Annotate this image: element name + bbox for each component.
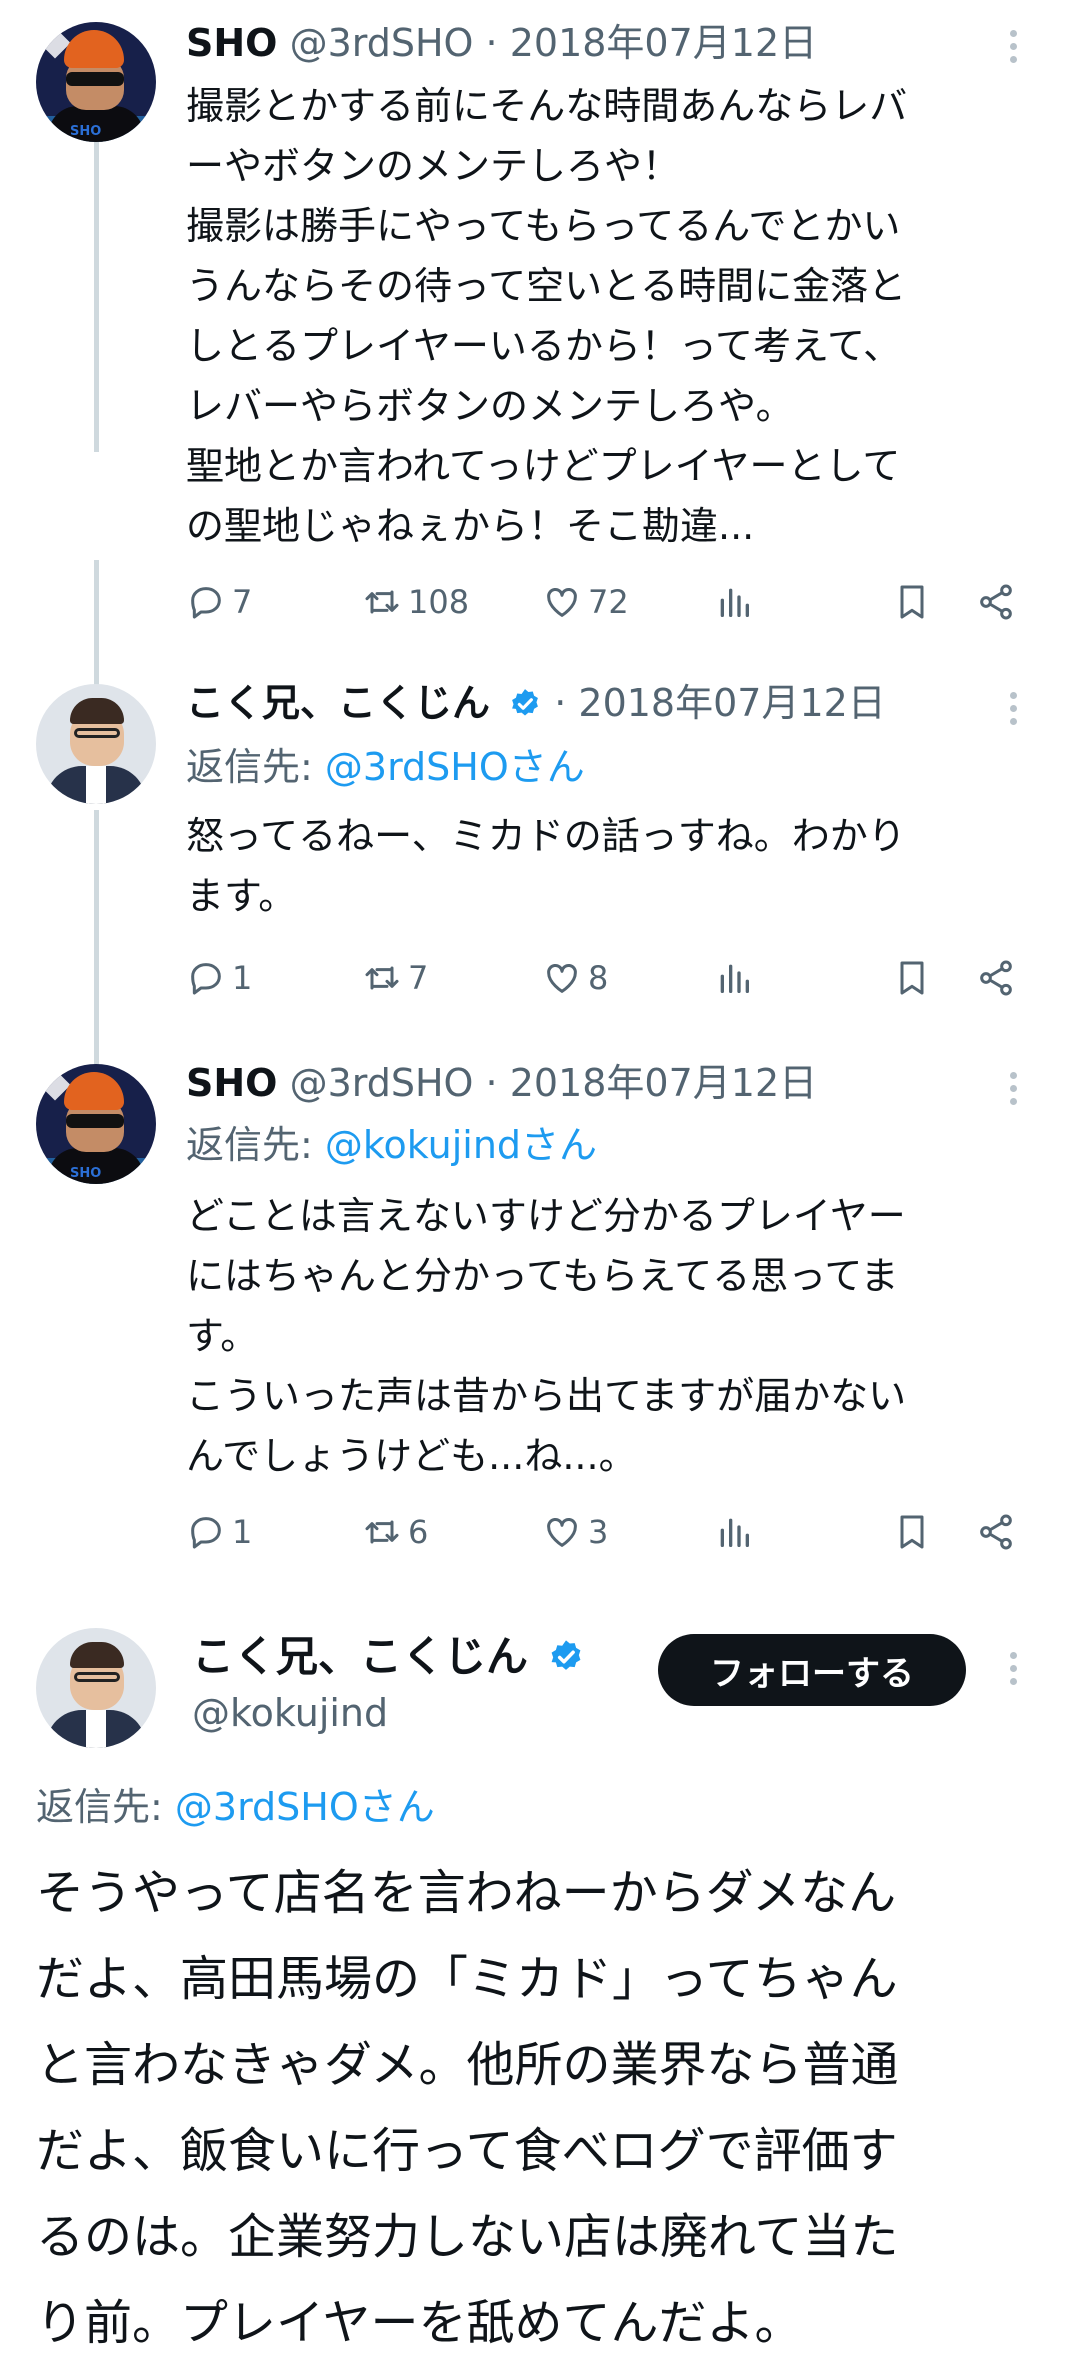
reply-icon — [191, 1517, 221, 1549]
share-button[interactable] — [976, 580, 1022, 624]
retweet-icon — [365, 590, 399, 614]
reply-button[interactable]: 1 — [186, 956, 252, 1000]
main-author-handle[interactable]: @kokujind — [192, 1690, 388, 1736]
follow-button[interactable]: フォローする — [658, 1634, 966, 1706]
reply-icon — [191, 963, 221, 995]
tweet-header: SHO @3rdSHO · 2018年07月12日 — [186, 1060, 817, 1106]
main-tweet-text: そうやって店名を言わねーからダメなん だよ、高田馬場の「ミカド」ってちゃん と言… — [36, 1865, 899, 2351]
reply-to: 返信先: @3rdSHOさん — [186, 744, 585, 790]
retweet-button[interactable]: 108 — [362, 580, 469, 624]
reply-count: 1 — [232, 959, 253, 997]
like-count: 8 — [588, 959, 609, 997]
main-author: こく兄、こくじん — [192, 1632, 585, 1682]
views-icon — [720, 964, 749, 993]
main-avatar[interactable] — [36, 1628, 156, 1748]
tweet-text: 怒ってるねー、ミカドの話っすね。わかり ます。 — [186, 814, 906, 918]
separator: · — [554, 681, 567, 725]
retweet-count: 6 — [408, 1513, 429, 1551]
main-reply-to: 返信先: @3rdSHOさん — [36, 1784, 435, 1830]
tweet-header: SHO @3rdSHO · 2018年07月12日 — [186, 20, 817, 66]
views-button[interactable] — [714, 956, 760, 1000]
like-count: 72 — [588, 583, 629, 621]
bookmark-button[interactable] — [892, 956, 938, 1000]
timestamp[interactable]: 2018年07月12日 — [510, 1061, 817, 1105]
tweet-header: こく兄、こくじん · 2018年07月12日 — [186, 680, 886, 726]
verified-icon — [551, 1640, 581, 1670]
views-button[interactable] — [714, 580, 760, 624]
reply-to-link[interactable]: @kokujindさん — [325, 1123, 597, 1167]
author-name[interactable]: こく兄、こくじん — [186, 681, 490, 725]
action-bar: 1 7 8 — [186, 956, 1046, 1000]
reply-button[interactable]: 1 — [186, 1510, 252, 1554]
reply-to: 返信先: @kokujindさん — [186, 1122, 597, 1168]
more-icon[interactable] — [1006, 30, 1020, 69]
more-icon[interactable] — [1006, 1072, 1020, 1111]
share-icon — [980, 1514, 1012, 1550]
more-icon[interactable] — [1006, 1652, 1020, 1691]
separator: · — [485, 21, 498, 65]
bookmark-button[interactable] — [892, 1510, 938, 1554]
reply-to-label: 返信先: — [36, 1785, 175, 1829]
retweet-count: 108 — [408, 583, 470, 621]
reply-button[interactable]: 7 — [186, 580, 252, 624]
like-button[interactable]: 3 — [542, 1510, 608, 1554]
share-button[interactable] — [976, 956, 1022, 1000]
bookmark-button[interactable] — [892, 580, 938, 624]
reply-count: 7 — [232, 583, 253, 621]
timestamp[interactable]: 2018年07月12日 — [510, 21, 817, 65]
avatar[interactable] — [36, 684, 156, 804]
reply-to-label: 返信先: — [186, 1123, 325, 1167]
avatar-label: SHO — [70, 124, 102, 139]
like-count: 3 — [588, 1513, 609, 1551]
like-button[interactable]: 8 — [542, 956, 608, 1000]
retweet-icon — [365, 1520, 399, 1544]
reply-to-link[interactable]: @3rdSHOさん — [325, 745, 585, 789]
views-button[interactable] — [714, 1510, 760, 1554]
timestamp[interactable]: 2018年07月12日 — [578, 681, 885, 725]
bookmark-icon — [900, 961, 924, 995]
reply-icon — [191, 587, 221, 619]
tweet[interactable]: SHO SHO @3rdSHO · 2018年07月12日 撮影とかする前にそん… — [0, 0, 1080, 660]
action-bar: 1 6 3 — [186, 1510, 1046, 1554]
retweet-icon — [365, 966, 399, 990]
action-bar: 7 108 72 — [186, 580, 1046, 624]
share-icon — [980, 960, 1012, 996]
like-icon — [547, 964, 577, 993]
retweet-count: 7 — [408, 959, 429, 997]
retweet-button[interactable]: 6 — [362, 1510, 428, 1554]
views-icon — [720, 588, 749, 617]
reply-count: 1 — [232, 1513, 253, 1551]
author-handle[interactable]: @3rdSHO — [290, 21, 474, 65]
main-author-name[interactable]: こく兄、こくじん — [192, 1632, 528, 1681]
verified-icon — [512, 689, 539, 716]
like-button[interactable]: 72 — [542, 580, 629, 624]
reply-to-label: 返信先: — [186, 745, 325, 789]
separator: · — [485, 1061, 498, 1105]
author-name[interactable]: SHO — [186, 21, 277, 65]
share-button[interactable] — [976, 1510, 1022, 1554]
retweet-button[interactable]: 7 — [362, 956, 428, 1000]
like-icon — [547, 1518, 577, 1547]
tweet[interactable]: こく兄、こくじん · 2018年07月12日 返信先: @3rdSHOさん 怒っ… — [0, 660, 1080, 1060]
share-icon — [980, 584, 1012, 620]
tweet-text: 撮影とかする前にそんな時間あんならレバ ーやボタンのメンテしろや！ 撮影は勝手に… — [186, 84, 908, 548]
tweet[interactable]: SHO SHO @3rdSHO · 2018年07月12日 返信先: @koku… — [0, 1060, 1080, 1620]
more-icon[interactable] — [1006, 692, 1020, 731]
author-name[interactable]: SHO — [186, 1061, 277, 1105]
views-icon — [720, 1518, 749, 1547]
avatar-label: SHO — [70, 1166, 102, 1181]
tweet-text: どことは言えないすけど分かるプレイヤー にはちゃんと分かってもらえてる思ってま … — [186, 1194, 907, 1478]
author-handle[interactable]: @3rdSHO — [290, 1061, 474, 1105]
reply-to-link[interactable]: @3rdSHOさん — [175, 1785, 435, 1829]
bookmark-icon — [900, 585, 924, 619]
like-icon — [547, 588, 577, 617]
bookmark-icon — [900, 1515, 924, 1549]
